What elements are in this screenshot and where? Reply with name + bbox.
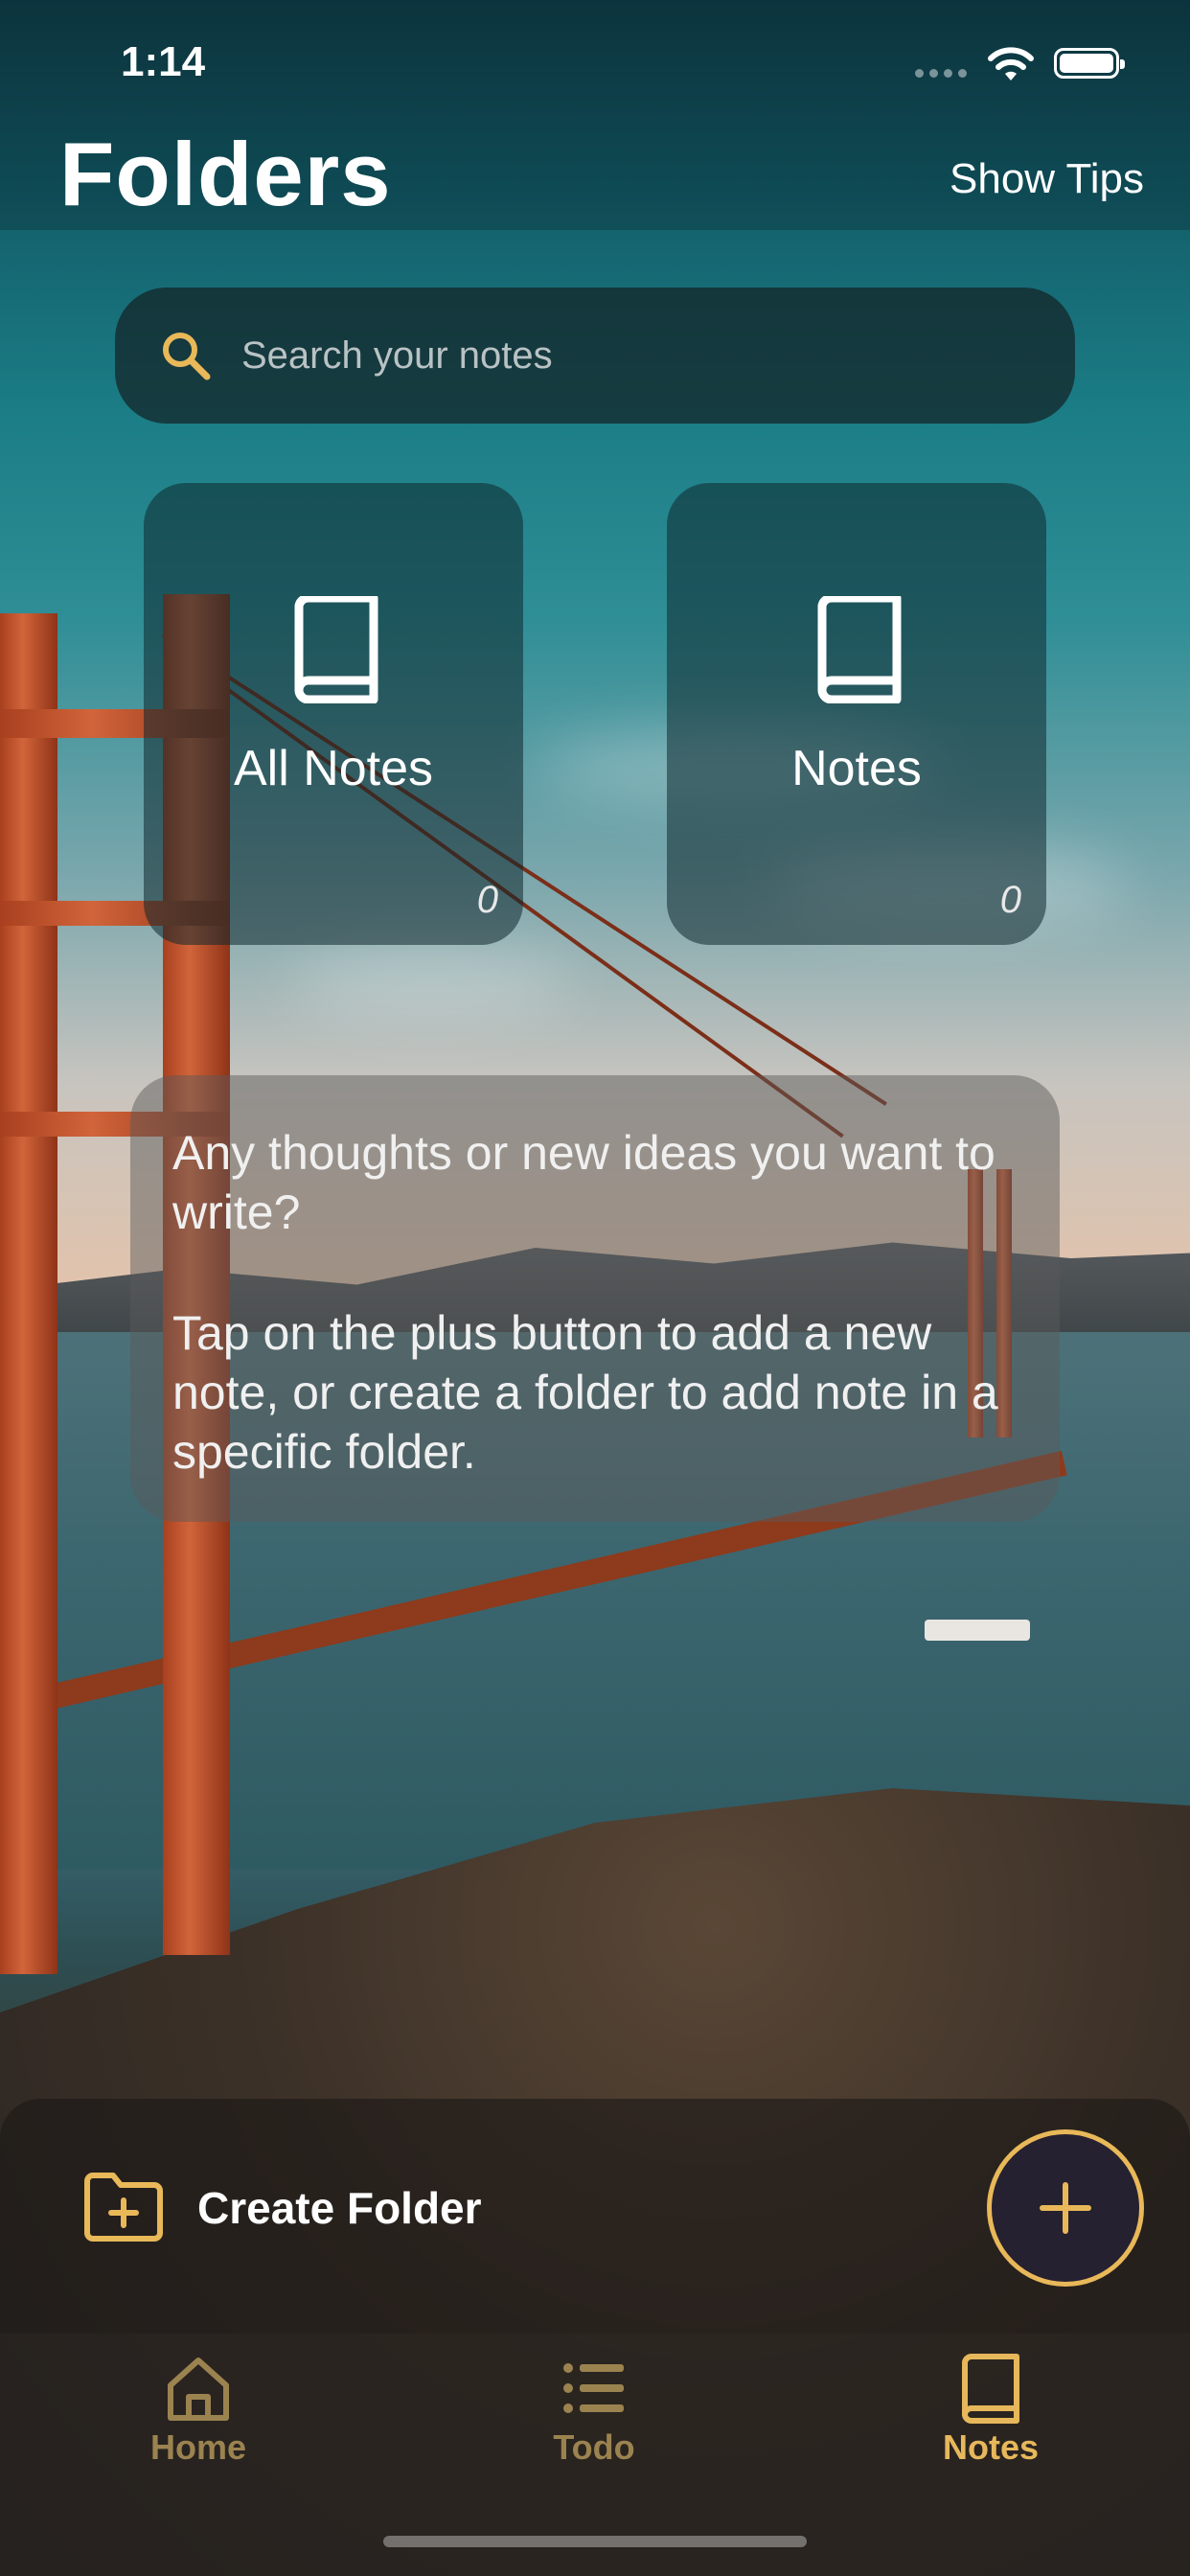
tab-label: Todo bbox=[553, 2427, 635, 2467]
folder-card-all-notes[interactable]: All Notes 0 bbox=[144, 483, 523, 945]
boat bbox=[925, 1620, 1030, 1641]
book-icon bbox=[817, 596, 902, 703]
search-icon bbox=[163, 333, 211, 380]
search-input[interactable]: Search your notes bbox=[241, 334, 553, 378]
create-folder-button[interactable]: Create Folder bbox=[82, 2172, 482, 2244]
folder-count: 0 bbox=[476, 879, 498, 921]
folder-count: 0 bbox=[999, 879, 1021, 921]
bridge-tower bbox=[0, 613, 57, 1974]
home-indicator bbox=[383, 2536, 807, 2547]
tip-text: Any thoughts or new ideas you want to wr… bbox=[172, 1126, 995, 1239]
tab-home[interactable]: Home bbox=[103, 2353, 294, 2468]
folder-card-notes[interactable]: Notes 0 bbox=[667, 483, 1046, 945]
battery-icon bbox=[1054, 48, 1125, 79]
tab-todo[interactable]: Todo bbox=[498, 2353, 690, 2468]
wifi-icon bbox=[988, 47, 1034, 80]
status-bar: 1:14 bbox=[0, 0, 1190, 134]
folder-plus-icon bbox=[84, 2173, 163, 2242]
folder-name: Notes bbox=[791, 741, 922, 796]
tab-label: Notes bbox=[942, 2427, 1040, 2467]
add-note-button[interactable] bbox=[987, 2129, 1144, 2287]
tab-label: Home bbox=[149, 2427, 247, 2467]
cloud bbox=[287, 949, 575, 1016]
tip-panel: Any thoughts or new ideas you want to wr… bbox=[130, 1075, 1060, 1522]
signal-icon bbox=[915, 69, 967, 78]
create-folder-label: Create Folder bbox=[197, 2183, 482, 2233]
tip-text: Tap on the plus button to add a new note… bbox=[172, 1306, 998, 1479]
tab-notes[interactable]: Notes bbox=[895, 2353, 1087, 2468]
search-bar[interactable]: Search your notes bbox=[115, 288, 1075, 424]
status-time: 1:14 bbox=[121, 38, 206, 85]
home-icon bbox=[168, 2358, 229, 2421]
show-tips-button[interactable]: Show Tips bbox=[950, 155, 1144, 203]
folder-name: All Notes bbox=[233, 741, 434, 796]
list-icon bbox=[563, 2363, 624, 2413]
book-icon bbox=[294, 596, 378, 703]
book-icon bbox=[962, 2354, 1019, 2424]
page-title: Folders bbox=[59, 124, 392, 224]
